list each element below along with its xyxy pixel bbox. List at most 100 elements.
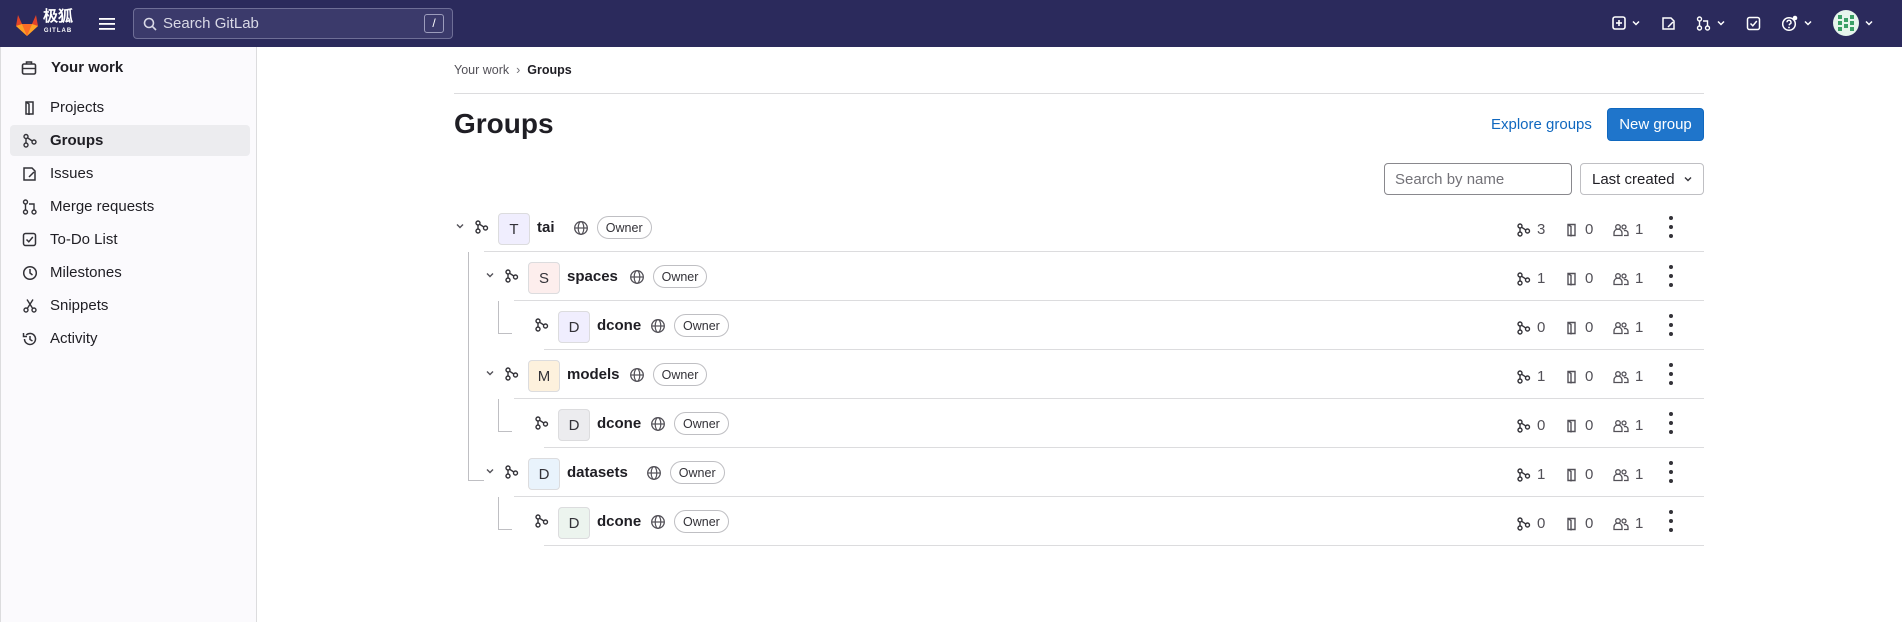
members-count: 1 (1613, 319, 1661, 336)
new-group-button[interactable]: New group (1607, 108, 1704, 141)
group-avatar[interactable]: D (558, 311, 590, 343)
sidebar-item-groups[interactable]: Groups (10, 125, 250, 156)
subgroup-icon (535, 318, 549, 332)
work-icon (21, 60, 37, 75)
tree-connector (468, 252, 469, 480)
more-actions-icon[interactable] (1667, 461, 1675, 483)
projects-count: 0 (1565, 515, 1613, 532)
more-actions-icon[interactable] (1667, 314, 1675, 336)
group-stats: 101 (1517, 270, 1661, 287)
todo-nav-button[interactable] (1746, 10, 1761, 36)
group-stats: 301 (1517, 221, 1661, 238)
subgroup-icon (1517, 467, 1531, 482)
group-row[interactable]: Mmodels Owner 1 0 1 (0, 350, 1902, 399)
search-icon (143, 17, 157, 31)
projects-count: 0 (1565, 417, 1613, 434)
projects-count: 0 (1565, 368, 1613, 385)
role-badge: Owner (652, 363, 708, 386)
breadcrumb-groups[interactable]: Groups (527, 63, 571, 77)
group-avatar[interactable]: D (558, 409, 590, 441)
subgroup-icon (505, 367, 519, 381)
sort-dropdown[interactable]: Last created (1580, 163, 1704, 195)
tree-connector (498, 431, 512, 432)
tree-connector (498, 333, 512, 334)
users-icon (1613, 272, 1629, 285)
users-icon (1613, 321, 1629, 334)
group-name-link[interactable]: tai (537, 219, 555, 236)
more-actions-icon[interactable] (1667, 216, 1675, 238)
group-stats: 001 (1517, 417, 1661, 434)
avatar (1833, 10, 1859, 36)
more-actions-icon[interactable] (1667, 265, 1675, 287)
group-name-link[interactable]: dcone (597, 415, 641, 432)
project-icon (1567, 223, 1576, 236)
group-row[interactable]: Ddcone Owner 0 0 1 (0, 399, 1902, 448)
sidebar-item-label: Issues (50, 165, 94, 182)
group-name-link[interactable]: dcone (597, 513, 641, 530)
chevron-down-icon[interactable] (485, 466, 495, 476)
project-icon (1567, 272, 1576, 285)
create-new-button[interactable] (1612, 10, 1641, 36)
breadcrumb-your-work[interactable]: Your work (454, 63, 509, 77)
merge-request-icon (1696, 15, 1711, 31)
project-icon (1567, 419, 1576, 432)
group-icon (23, 133, 37, 148)
search-placeholder: Search GitLab (163, 15, 259, 32)
subgroups-count: 1 (1517, 466, 1565, 483)
group-row[interactable]: Ddcone Owner 0 0 1 (0, 301, 1902, 350)
group-avatar[interactable]: D (558, 507, 590, 539)
project-icon (25, 100, 34, 115)
issues-nav-button[interactable] (1661, 10, 1676, 36)
more-actions-icon[interactable] (1667, 510, 1675, 532)
user-menu-button[interactable] (1833, 10, 1874, 36)
question-icon (1781, 15, 1798, 31)
group-name-link[interactable]: spaces (567, 268, 618, 285)
tanuki-icon (16, 14, 38, 36)
sort-label: Last created (1592, 170, 1675, 188)
search-shortcut-hint: / (424, 14, 444, 33)
chevron-down-icon[interactable] (455, 221, 465, 231)
subgroups-count: 1 (1517, 270, 1565, 287)
more-actions-icon[interactable] (1667, 412, 1675, 434)
issues-icon (1662, 16, 1675, 30)
global-search[interactable]: Search GitLab / (133, 8, 453, 39)
users-icon (1613, 468, 1629, 481)
group-avatar[interactable]: D (528, 458, 560, 490)
subgroup-icon (475, 220, 489, 234)
role-badge: Owner (669, 461, 725, 484)
search-by-name-input[interactable]: Search by name (1384, 163, 1572, 195)
users-icon (1613, 223, 1629, 236)
group-row[interactable]: Ddatasets Owner 1 0 1 (0, 448, 1902, 497)
group-name-link[interactable]: models (567, 366, 620, 383)
top-bar: 极狐 GITLAB Search GitLab / (0, 0, 1902, 47)
members-count: 1 (1613, 221, 1661, 238)
gitlab-logo[interactable]: 极狐 GITLAB (14, 9, 73, 38)
group-avatar[interactable]: S (528, 262, 560, 294)
subgroup-icon (1517, 271, 1531, 286)
help-button[interactable] (1781, 10, 1813, 36)
chevron-down-icon[interactable] (485, 368, 495, 378)
group-name-link[interactable]: datasets (567, 464, 628, 481)
projects-count: 0 (1565, 466, 1613, 483)
group-avatar[interactable]: T (498, 213, 530, 245)
chevron-down-icon (1632, 20, 1640, 26)
merge-requests-nav-button[interactable] (1696, 10, 1726, 36)
group-name-link[interactable]: dcone (597, 317, 641, 334)
chevron-down-icon (1804, 20, 1812, 26)
project-icon (1567, 370, 1576, 383)
group-row[interactable]: Ttai Owner 3 0 1 (0, 203, 1902, 252)
group-row[interactable]: Ddcone Owner 0 0 1 (0, 497, 1902, 546)
globe-icon (629, 270, 644, 284)
projects-count: 0 (1565, 221, 1613, 238)
more-actions-icon[interactable] (1667, 363, 1675, 385)
group-avatar[interactable]: M (528, 360, 560, 392)
sidebar-item-projects[interactable]: Projects (10, 92, 250, 123)
sidebar-item-issues[interactable]: Issues (10, 158, 250, 189)
explore-groups-link[interactable]: Explore groups (1491, 116, 1592, 133)
group-stats: 101 (1517, 466, 1661, 483)
users-icon (1613, 370, 1629, 383)
group-row[interactable]: Sspaces Owner 1 0 1 (0, 252, 1902, 301)
chevron-down-icon[interactable] (485, 270, 495, 280)
subgroup-icon (1517, 222, 1531, 237)
hamburger-menu-icon[interactable] (96, 13, 118, 35)
